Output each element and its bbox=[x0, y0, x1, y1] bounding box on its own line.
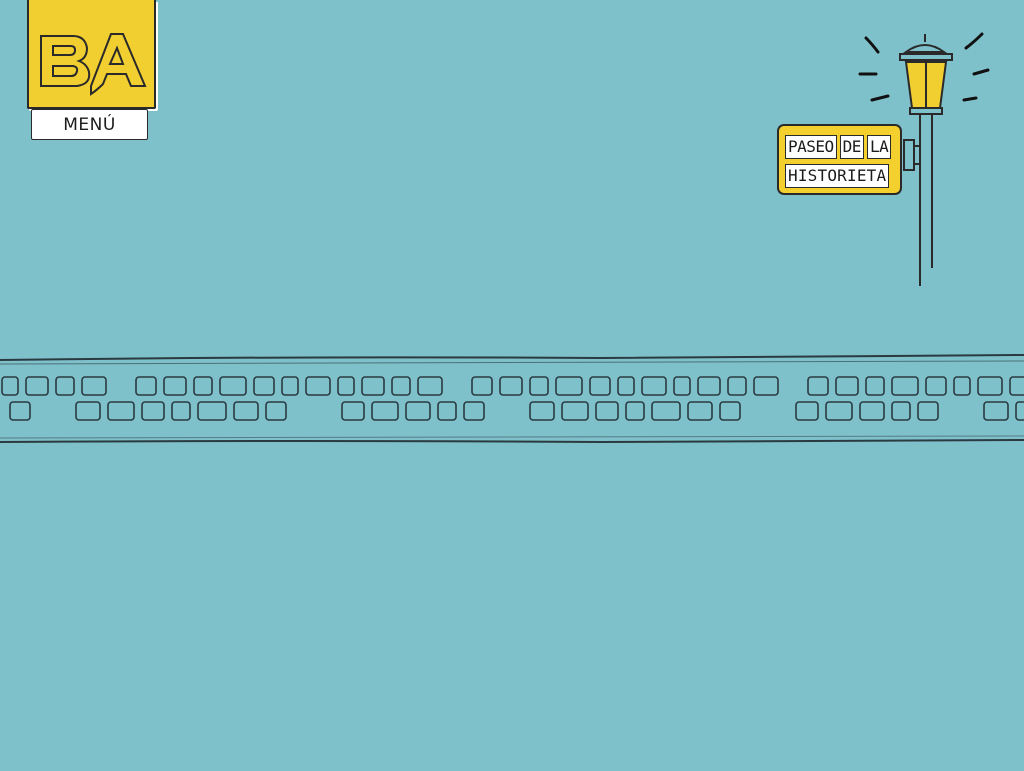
cobblestone bbox=[719, 401, 741, 421]
cobblestone bbox=[55, 376, 75, 396]
menu-label: MENÚ bbox=[63, 114, 116, 135]
cobblestone bbox=[253, 376, 275, 396]
cobblestone bbox=[193, 376, 213, 396]
cobblestone bbox=[529, 401, 555, 421]
cobblestone bbox=[687, 401, 713, 421]
street-sign: PASEO DE LA HISTORIETA bbox=[777, 124, 902, 195]
cobblestone bbox=[891, 401, 911, 421]
cobblestone-street-decoration bbox=[0, 354, 1024, 444]
cobblestone bbox=[405, 401, 431, 421]
cobblestone bbox=[977, 376, 1003, 396]
cobblestone bbox=[9, 401, 31, 421]
cobblestone bbox=[727, 376, 747, 396]
cobblestone bbox=[529, 376, 549, 396]
cobblestone bbox=[471, 376, 493, 396]
ba-logo-icon bbox=[40, 33, 147, 96]
cobblestone bbox=[651, 401, 681, 421]
cobblestone bbox=[107, 401, 135, 421]
cobblestone bbox=[825, 401, 853, 421]
sign-word: HISTORIETA bbox=[785, 164, 890, 188]
cobblestone bbox=[617, 376, 635, 396]
cobblestone bbox=[361, 376, 385, 396]
cobblestone bbox=[1, 376, 19, 396]
cobblestone bbox=[233, 401, 259, 421]
cobblestone bbox=[499, 376, 523, 396]
cobblestone bbox=[1009, 376, 1024, 396]
sign-word: PASEO bbox=[785, 135, 837, 159]
ba-logo-button[interactable] bbox=[27, 0, 156, 109]
cobblestone bbox=[891, 376, 919, 396]
cobblestone bbox=[371, 401, 399, 421]
cobblestone bbox=[641, 376, 667, 396]
cobblestone bbox=[595, 401, 619, 421]
cobblestone bbox=[589, 376, 611, 396]
cobblestone bbox=[305, 376, 331, 396]
cobblestone bbox=[281, 376, 299, 396]
menu-button[interactable]: MENÚ bbox=[31, 109, 148, 140]
cobblestone bbox=[437, 401, 457, 421]
cobblestone bbox=[25, 376, 49, 396]
cobblestone bbox=[1015, 401, 1024, 421]
cobblestone bbox=[953, 376, 971, 396]
cobblestone bbox=[795, 401, 819, 421]
cobblestone bbox=[141, 401, 165, 421]
cobblestone bbox=[865, 376, 885, 396]
cobblestone bbox=[391, 376, 411, 396]
cobblestone bbox=[835, 376, 859, 396]
sign-word: LA bbox=[866, 135, 892, 159]
cobblestone bbox=[463, 401, 485, 421]
cobblestone bbox=[859, 401, 885, 421]
sign-word: DE bbox=[839, 135, 864, 159]
cobblestone bbox=[697, 376, 721, 396]
cobblestone bbox=[917, 401, 939, 421]
cobblestone bbox=[417, 376, 443, 396]
cobblestone bbox=[555, 376, 583, 396]
cobblestone bbox=[81, 376, 107, 396]
cobblestone bbox=[673, 376, 691, 396]
cobblestone bbox=[925, 376, 947, 396]
cobblestone bbox=[171, 401, 191, 421]
cobblestone bbox=[135, 376, 157, 396]
cobblestone bbox=[753, 376, 779, 396]
cobblestone bbox=[337, 376, 355, 396]
cobblestone bbox=[265, 401, 287, 421]
cobblestone bbox=[75, 401, 101, 421]
cobblestone bbox=[163, 376, 187, 396]
cobblestone bbox=[197, 401, 227, 421]
cobblestone bbox=[341, 401, 365, 421]
cobblestone bbox=[983, 401, 1009, 421]
cobblestone bbox=[625, 401, 645, 421]
cobblestone bbox=[219, 376, 247, 396]
cobblestone bbox=[561, 401, 589, 421]
cobblestone bbox=[807, 376, 829, 396]
